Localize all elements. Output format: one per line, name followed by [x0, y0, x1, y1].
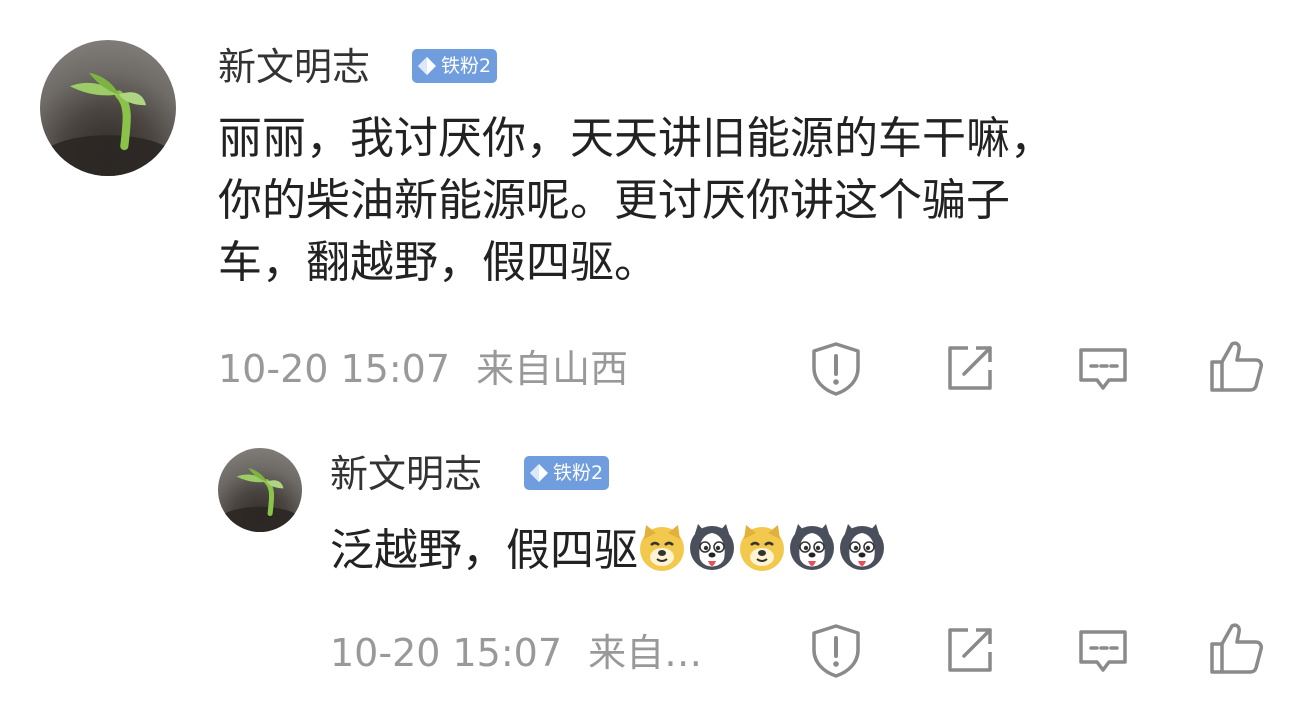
like-icon	[1206, 618, 1266, 678]
husky-emoji	[836, 521, 888, 573]
reply-fan-badge[interactable]: 铁粉2	[524, 456, 610, 490]
report-button[interactable]	[806, 338, 866, 398]
reply-username[interactable]: 新文明志	[330, 455, 482, 493]
comment-text-line: 车，翻越野，假四驱。	[218, 237, 658, 288]
like-button[interactable]	[1206, 618, 1266, 678]
fan-badge-label: 铁粉2	[553, 461, 604, 484]
like-button[interactable]	[1206, 336, 1266, 396]
comment-text: 丽丽，我讨厌你，天天讲旧能源的车干嘛， 你的柴油新能源呢。更讨厌你讲这个骗子 车…	[218, 108, 1054, 294]
reply-button[interactable]	[1073, 620, 1133, 680]
comment-text-line: 丽丽，我讨厌你，天天讲旧能源的车干嘛，	[218, 113, 1054, 164]
husky-emoji	[686, 521, 738, 573]
like-icon	[1206, 336, 1266, 396]
timestamp: 10-20 15:07	[330, 631, 563, 675]
comment-text-line: 你的柴油新能源呢。更讨厌你讲这个骗子	[218, 175, 1010, 226]
reply-avatar[interactable]	[218, 448, 302, 532]
reply-meta: 10-20 15:07 来自…	[330, 634, 702, 672]
report-button[interactable]	[806, 620, 866, 680]
location: 来自山西	[476, 347, 629, 391]
husky-emoji	[786, 521, 838, 573]
doge-emoji	[636, 521, 688, 573]
timestamp: 10-20 15:07	[218, 347, 451, 391]
username[interactable]: 新文明志	[218, 48, 370, 86]
location: 来自…	[588, 631, 703, 675]
report-icon	[806, 620, 866, 680]
doge-emoji	[736, 521, 788, 573]
sprout-avatar-image	[218, 448, 302, 532]
avatar[interactable]	[40, 40, 176, 176]
sprout-avatar-image	[40, 40, 176, 176]
fan-badge-label: 铁粉2	[441, 54, 492, 77]
bottom-fade-overlay	[1020, 690, 1316, 724]
comment-icon	[1073, 620, 1133, 680]
fan-badge[interactable]: 铁粉2	[412, 49, 498, 83]
repost-icon	[940, 620, 1000, 680]
reply-text-content: 泛越野，假四驱	[330, 525, 638, 576]
diamond-icon	[416, 55, 438, 77]
repost-icon	[940, 338, 1000, 398]
comment-thread: 新文明志 铁粉2 丽丽，我讨厌你，天天讲旧能源的车干嘛， 你的柴油新能源呢。更讨…	[0, 0, 1316, 724]
comment-meta: 10-20 15:07 来自山西	[218, 350, 628, 388]
diamond-icon	[528, 462, 550, 484]
report-icon	[806, 338, 866, 398]
reply-text: 泛越野，假四驱	[330, 520, 888, 582]
repost-button[interactable]	[940, 338, 1000, 398]
reply-button[interactable]	[1073, 338, 1133, 398]
repost-button[interactable]	[940, 620, 1000, 680]
comment-icon	[1073, 338, 1133, 398]
